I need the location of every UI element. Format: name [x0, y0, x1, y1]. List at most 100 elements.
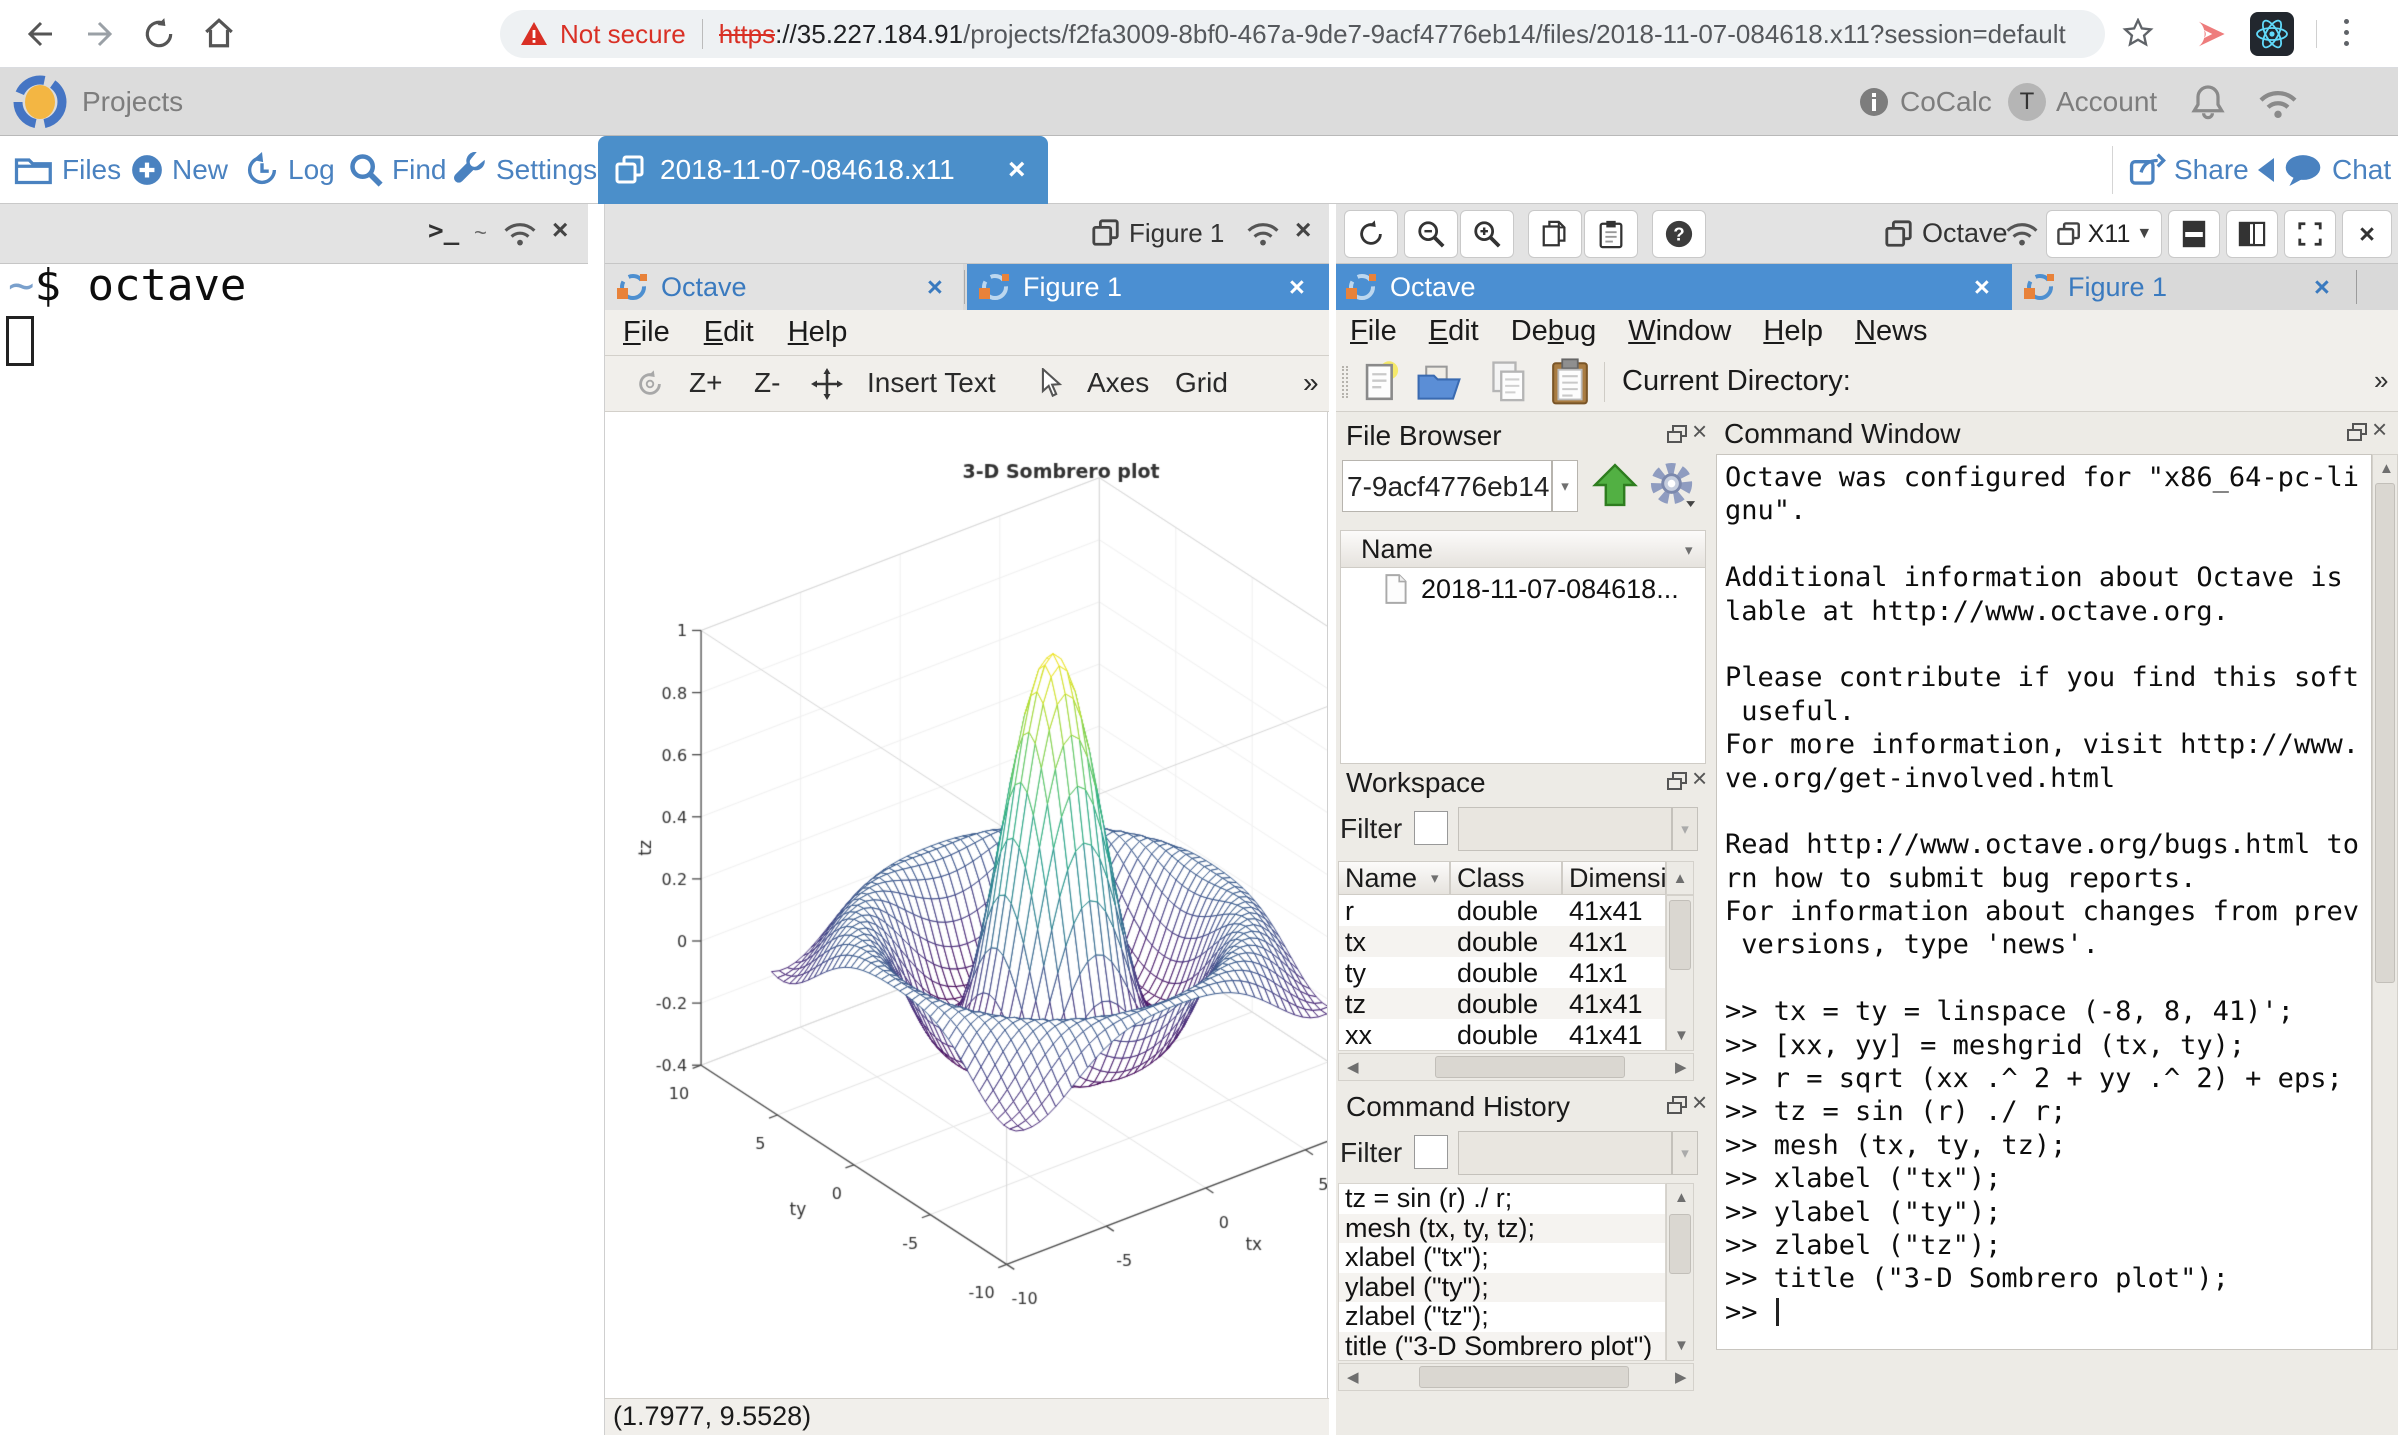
vertical-scrollbar[interactable]: ▲ [2372, 454, 2398, 1350]
back-icon[interactable] [24, 18, 56, 50]
cocalc-logo[interactable] [12, 74, 68, 130]
close-panel-icon[interactable]: × [2372, 414, 2387, 445]
undock-icon[interactable] [2346, 422, 2368, 442]
sombrero-plot[interactable] [605, 412, 1327, 1398]
table-row[interactable]: xxdouble41x41 [1339, 1019, 1665, 1050]
menu-file[interactable]: File [623, 316, 670, 349]
close-panel-icon[interactable]: × [1692, 1087, 1707, 1118]
scroll-down-button[interactable]: ▼ [1674, 1338, 1689, 1353]
history-entry[interactable]: mesh (tx, ty, tz); [1339, 1214, 1665, 1244]
history-entry[interactable]: ylabel ("ty"); [1339, 1273, 1665, 1303]
filter-checkbox[interactable] [1414, 1135, 1448, 1169]
zoom-in-button[interactable] [1460, 210, 1514, 258]
col-class[interactable]: Class [1450, 861, 1562, 895]
tab-figure1-close-icon[interactable]: × [2314, 272, 2330, 303]
reload-icon[interactable] [142, 17, 176, 51]
maximize-button[interactable] [2284, 210, 2336, 258]
paste-button[interactable] [1584, 210, 1638, 258]
split-vertical-button[interactable] [2226, 210, 2278, 258]
tab-octave[interactable]: Octave × [1336, 264, 2012, 310]
bookmark-star-icon[interactable] [2122, 18, 2154, 50]
directory-dropdown-button[interactable]: ▾ [1552, 460, 1578, 512]
browser-menu-icon[interactable] [2344, 16, 2349, 49]
directory-combobox[interactable]: 7-9acf4776eb14 [1342, 460, 1552, 512]
scroll-left-button[interactable]: ◀ [1347, 1060, 1359, 1075]
table-row[interactable]: tydouble41x1 [1339, 957, 1665, 988]
filter-dropdown-button[interactable]: ▾ [1672, 1131, 1698, 1175]
col-dimension[interactable]: Dimensi [1562, 861, 1666, 895]
up-directory-button[interactable] [1592, 462, 1638, 508]
share-button[interactable]: Share [2128, 136, 2249, 204]
toolbar-overflow-button[interactable]: » [2374, 365, 2388, 396]
nav-new[interactable]: New [130, 136, 228, 204]
home-icon[interactable] [202, 16, 236, 50]
connection-wifi-icon[interactable] [2256, 86, 2300, 120]
close-file-tab-icon[interactable]: × [1008, 153, 1026, 187]
zoom-out-button[interactable]: Z- [754, 367, 780, 399]
table-row[interactable]: txdouble41x1 [1339, 926, 1665, 957]
x11-file-tab[interactable]: 2018-11-07-084618.x11 × [598, 136, 1048, 204]
col-name[interactable]: Name▾ [1338, 861, 1450, 895]
undock-icon[interactable] [1666, 771, 1688, 791]
tab-figure1[interactable]: Figure 1 × [967, 264, 1329, 310]
insert-text-button[interactable]: Insert Text [867, 367, 996, 399]
terminal-close-icon[interactable]: × [552, 214, 568, 246]
paste-button[interactable] [1548, 358, 1592, 406]
menu-file[interactable]: File [1350, 315, 1397, 348]
scroll-left-button[interactable]: ◀ [1347, 1370, 1359, 1385]
vertical-scrollbar[interactable]: ▲ ▼ [1666, 1183, 1694, 1361]
scrollbar-thumb[interactable] [1669, 900, 1691, 970]
terminal-panel[interactable]: >_ ~ × ~$ octave [0, 204, 588, 1435]
undock-icon[interactable] [1666, 1095, 1688, 1115]
chat-button[interactable]: Chat [2258, 136, 2391, 204]
zoom-out-button[interactable] [1404, 210, 1458, 258]
horizontal-scrollbar[interactable]: ◀ ▶ [1338, 1363, 1694, 1391]
scroll-up-button[interactable]: ▲ [1666, 861, 1694, 895]
horizontal-scrollbar[interactable]: ◀ ▶ [1338, 1053, 1694, 1081]
help-button[interactable]: ? [1652, 210, 1706, 258]
scroll-up-button[interactable]: ▲ [1674, 1190, 1689, 1205]
history-entry[interactable]: title ("3-D Sombrero plot") [1339, 1332, 1665, 1361]
scroll-down-button[interactable]: ▼ [1674, 1028, 1689, 1043]
menu-edit[interactable]: Edit [704, 316, 754, 349]
history-entry[interactable]: tz = sin (r) ./ r; [1339, 1184, 1665, 1214]
filter-combobox[interactable] [1458, 1131, 1672, 1175]
refresh-button[interactable] [1344, 210, 1398, 258]
table-row[interactable]: tzdouble41x41 [1339, 988, 1665, 1019]
menu-help[interactable]: Help [1763, 315, 1823, 348]
nav-find[interactable]: Find [348, 136, 446, 204]
rotate-icon[interactable] [635, 369, 665, 399]
file-row[interactable]: 2018-11-07-084618... [1341, 570, 1705, 608]
notifications-bell-icon[interactable] [2188, 82, 2228, 122]
grid-button[interactable]: Grid [1175, 367, 1228, 399]
undock-icon[interactable] [1666, 424, 1688, 444]
open-file-button[interactable] [1416, 360, 1462, 404]
nav-settings[interactable]: Settings [452, 136, 597, 204]
account-button[interactable]: T Account [2008, 68, 2157, 136]
copy-button[interactable] [1488, 360, 1530, 404]
filter-dropdown-button[interactable]: ▾ [1672, 807, 1698, 851]
scrollbar-thumb[interactable] [1435, 1056, 1625, 1078]
history-entry[interactable]: zlabel ("tz"); [1339, 1302, 1665, 1332]
history-entry[interactable]: xlabel ("tx"); [1339, 1243, 1665, 1273]
scroll-right-button[interactable]: ▶ [1675, 1060, 1687, 1075]
browser-settings-button[interactable] [1648, 460, 1698, 510]
menu-window[interactable]: Window [1628, 315, 1731, 348]
scroll-right-button[interactable]: ▶ [1675, 1370, 1687, 1385]
menu-debug[interactable]: Debug [1511, 315, 1596, 348]
close-panel-icon[interactable]: × [1692, 416, 1707, 447]
command-window-output[interactable]: Octave was configured for "x86_64-pc-li … [1716, 454, 2372, 1350]
scrollbar-thumb[interactable] [1419, 1366, 1629, 1388]
menu-help[interactable]: Help [788, 316, 848, 349]
projects-button[interactable]: Projects [82, 68, 183, 136]
pan-icon[interactable] [811, 368, 843, 400]
figure-close-icon[interactable]: × [1295, 214, 1311, 246]
tab-figure1[interactable]: Figure 1 × [2014, 264, 2354, 310]
nav-log[interactable]: Log [244, 136, 335, 204]
forward-icon[interactable] [84, 18, 116, 50]
x11-app-dropdown[interactable]: X11 ▼ [2046, 210, 2162, 258]
table-row[interactable]: rdouble41x41 [1339, 895, 1665, 926]
filter-combobox[interactable] [1458, 807, 1672, 851]
redux-extension-icon[interactable] [2192, 16, 2228, 52]
cocalc-info-button[interactable]: CoCalc [1858, 68, 1992, 136]
